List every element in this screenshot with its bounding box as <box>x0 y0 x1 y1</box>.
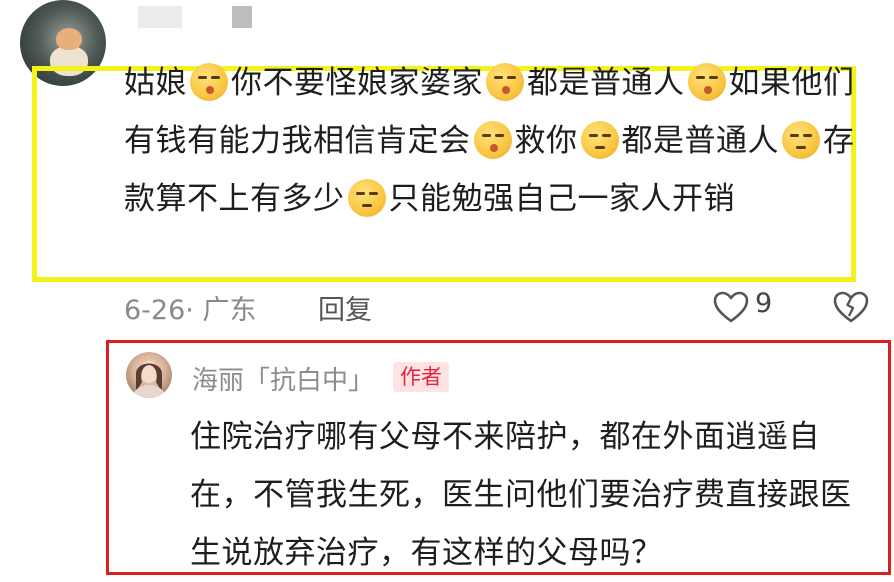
kiss-face-emoji-icon <box>190 63 228 101</box>
comment-segment: 都是普通人 <box>621 123 779 159</box>
comment-segment: 你不要怪娘家婆家 <box>231 65 483 101</box>
reply-button[interactable]: 回复 <box>318 288 372 327</box>
comment-segment: 都是普通人 <box>527 65 685 101</box>
unamused-face-emoji-icon <box>782 121 820 159</box>
blurred-username-part <box>232 6 252 28</box>
comment-segment: 姑娘 <box>124 65 187 101</box>
broken-heart-icon[interactable] <box>832 290 870 328</box>
reply-text: 住院治疗哪有父母不来陪护，都在外面逍遥自在，不管我生死，医生问他们要治疗费直接跟… <box>190 419 852 571</box>
reply-avatar-portrait <box>132 361 166 398</box>
reply-author-avatar[interactable] <box>126 352 172 398</box>
broken-heart-outline-icon <box>833 291 869 323</box>
comment-date-location: 6-26· 广东 <box>124 295 257 326</box>
comment-segment: 救你 <box>514 123 578 159</box>
avatar-cat-head <box>56 28 82 50</box>
heart-icon[interactable] <box>712 290 750 328</box>
unamused-face-emoji-icon <box>580 121 619 159</box>
comment-text: 姑娘 你不要怪娘家婆家 都是普通人 如果他们有钱有能力我相信肯定会 救你 都是普通人 存款算… <box>124 54 864 228</box>
heart-outline-icon <box>713 291 749 323</box>
author-badge: 作者 <box>393 362 449 392</box>
kiss-face-emoji-icon <box>486 63 524 101</box>
comment-segment: 只能勉强自己一家人开销 <box>388 181 735 217</box>
kiss-face-emoji-icon <box>687 63 726 101</box>
unamused-face-emoji-icon <box>347 179 386 217</box>
kiss-face-emoji-icon <box>473 121 512 159</box>
like-count: 9 <box>755 288 773 319</box>
blurred-username <box>138 6 182 28</box>
reply-author-name[interactable]: 海丽「抗白中」 <box>192 360 374 397</box>
